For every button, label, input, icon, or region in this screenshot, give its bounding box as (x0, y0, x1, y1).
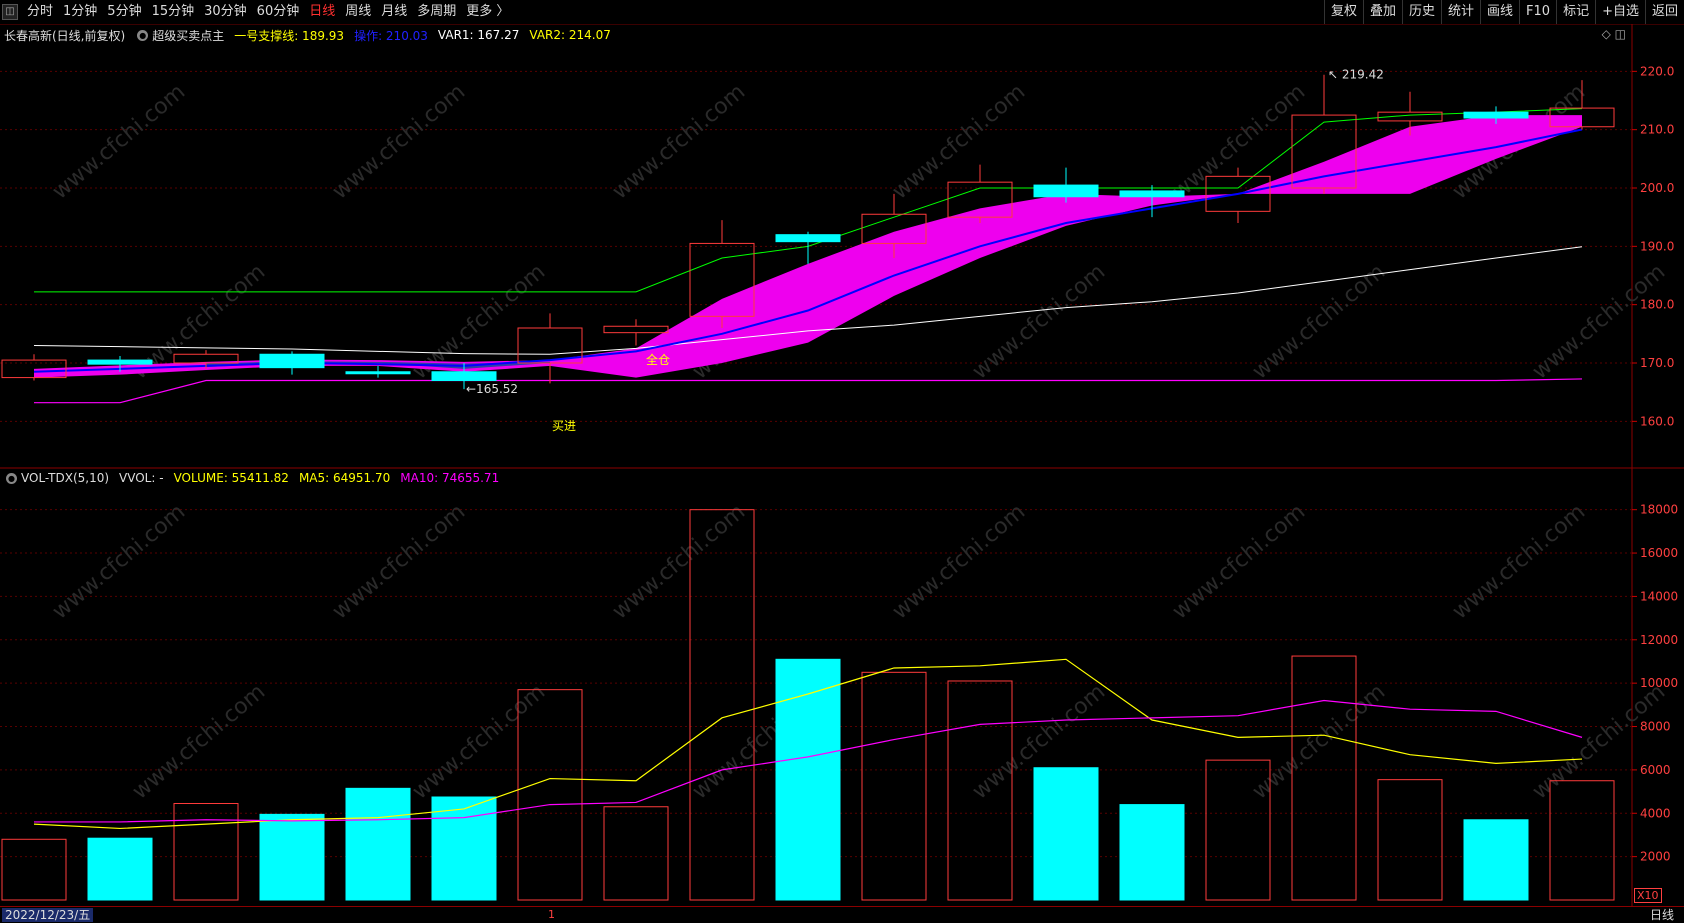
watermark: www.cfchi.com (608, 79, 750, 204)
watermark: www.cfchi.com (48, 79, 190, 204)
axis-tick-label: 1 (548, 908, 555, 921)
watermark: www.cfchi.com (1448, 499, 1590, 624)
watermark: www.cfchi.com (968, 259, 1110, 384)
var1-line-magenta (34, 378, 1583, 404)
volume-tick-label: 14000 (1640, 589, 1678, 603)
high-price-label: ↖ 219.42 (1328, 68, 1384, 82)
volume-bar (1033, 767, 1099, 901)
volume-bar (1549, 780, 1615, 901)
scale-badge: X10 (1634, 888, 1662, 903)
watermark: www.cfchi.com (1248, 679, 1390, 804)
candle-down (775, 234, 841, 243)
price-tick-label: 210.0 (1640, 123, 1674, 137)
main-indicator-bar: 长春高新(日线,前复权) ● 超级买卖点主 一号支撑线: 189.93 操作: … (4, 26, 621, 44)
volume-tick-label: 8000 (1640, 720, 1671, 734)
price-tick-label: 180.0 (1640, 298, 1674, 312)
ma10-value: MA10: 74655.71 (400, 471, 500, 485)
indicator-name[interactable]: 超级买卖点主 (152, 27, 224, 44)
candle-down (345, 371, 411, 375)
volume-bar (1, 838, 67, 901)
ma5-value: MA5: 64951.70 (298, 471, 391, 485)
watermark: www.cfchi.com (328, 499, 470, 624)
vvol-value: VVOL: - (119, 471, 164, 485)
volume-bar (87, 837, 153, 901)
price-tick-label: 190.0 (1640, 239, 1674, 253)
indicator-toggle-icon[interactable]: ● (6, 472, 17, 484)
buy-signal-label: 买进 (552, 419, 576, 433)
volume-bar (603, 806, 669, 901)
kline-chart[interactable]: 160.0 170.0 180.0 190.0 200.0 210.0 220.0 2000 4… (0, 0, 1684, 922)
volume-bar (1119, 804, 1185, 901)
watermark: www.cfchi.com (328, 79, 470, 204)
indicator-toggle-icon[interactable]: ● (137, 29, 149, 41)
var2-value: VAR2: 214.07 (529, 28, 611, 42)
full-position-label: 全仓 (646, 352, 670, 367)
volume-bar (775, 658, 841, 901)
candle-down (259, 353, 325, 369)
diamond-icon[interactable]: ◇ (1602, 27, 1611, 41)
candle-down (1463, 111, 1529, 119)
volume-bar (345, 787, 411, 901)
candle-down (87, 359, 153, 365)
support-value: 一号支撑线: 189.93 (234, 28, 345, 43)
volume-bar (259, 813, 325, 901)
watermark: www.cfchi.com (1168, 499, 1310, 624)
volume-bar (431, 796, 497, 901)
volume-value: VOLUME: 55411.82 (173, 471, 289, 485)
stock-title[interactable]: 长春高新(日线,前复权) (4, 27, 125, 44)
candle-down (1033, 184, 1099, 198)
window-icon[interactable]: ◫ (1615, 27, 1626, 41)
panel-controls: ◇ ◫ (1602, 27, 1626, 41)
price-tick-label: 200.0 (1640, 181, 1674, 195)
volume-bar (689, 509, 755, 901)
current-date: 2022/12/23/五 (2, 908, 94, 922)
volume-tick-label: 4000 (1640, 806, 1671, 820)
period-label[interactable]: 日线 (1650, 907, 1674, 923)
var1-value: VAR1: 167.27 (437, 28, 520, 42)
volume-tick-label: 2000 (1640, 850, 1671, 864)
volume-bar (517, 689, 583, 901)
low-price-label: ←165.52 (466, 382, 518, 396)
candle-down (1119, 190, 1185, 198)
watermark: www.cfchi.com (888, 79, 1030, 204)
volume-tick-label: 18000 (1640, 503, 1678, 517)
volume-bar (173, 803, 239, 901)
watermark: www.cfchi.com (48, 499, 190, 624)
price-tick-label: 160.0 (1640, 414, 1674, 428)
operation-value: 操作: 210.03 (354, 28, 428, 43)
watermark: www.cfchi.com (608, 499, 750, 624)
volume-bar (861, 671, 927, 901)
watermark: www.cfchi.com (888, 499, 1030, 624)
volume-tick-label: 16000 (1640, 546, 1678, 560)
price-tick-label: 220.0 (1640, 64, 1674, 78)
vol-indicator-name[interactable]: VOL-TDX(5,10) (21, 471, 109, 485)
price-tick-label: 170.0 (1640, 356, 1674, 370)
watermark: www.cfchi.com (128, 679, 270, 804)
volume-bar (1463, 819, 1529, 901)
volume-tick-label: 6000 (1640, 763, 1671, 777)
candle-up (603, 325, 669, 334)
volume-tick-label: 12000 (1640, 633, 1678, 647)
candle-down (431, 371, 497, 381)
date-axis: 2022/12/23/五 1 日线 (0, 906, 1684, 923)
volume-bar (1377, 779, 1443, 901)
volume-bar (1291, 655, 1357, 901)
watermark: www.cfchi.com (1528, 679, 1670, 804)
volume-indicator-bar: ● VOL-TDX(5,10) VVOL: - VOLUME: 55411.82… (4, 469, 509, 487)
watermark: www.cfchi.com (1248, 259, 1390, 384)
